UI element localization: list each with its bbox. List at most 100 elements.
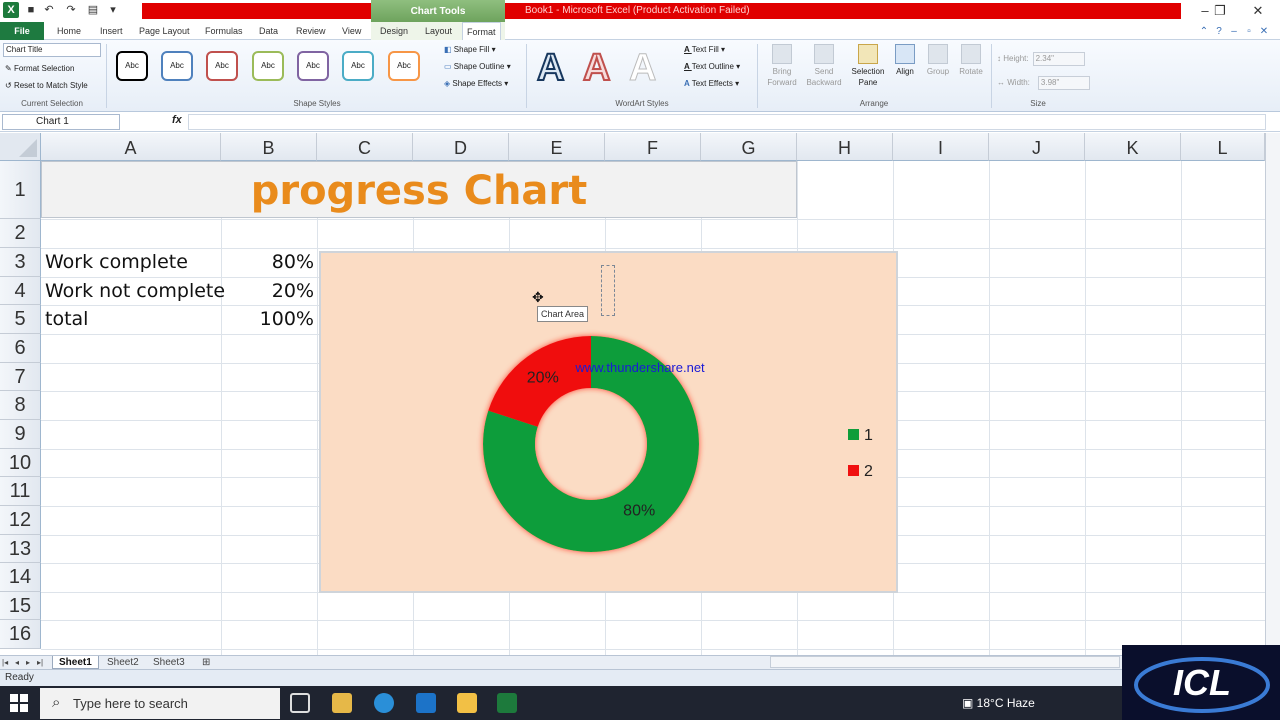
row-header-3[interactable]: 3 xyxy=(0,248,41,277)
text-outline-button[interactable]: A Text Outline ▾ xyxy=(684,62,740,71)
sheet-nav-prev-icon[interactable]: ◂ xyxy=(15,656,19,669)
legend-label-2[interactable]: 2 xyxy=(864,463,873,480)
reset-to-match-style-button[interactable]: ↺ Reset to Match Style xyxy=(5,81,88,90)
close-icon[interactable]: ✕ xyxy=(1243,2,1273,20)
column-header-c[interactable]: C xyxy=(317,133,413,161)
sheet-tab-3[interactable]: Sheet3 xyxy=(147,656,191,669)
row-header-7[interactable]: 7 xyxy=(0,363,41,391)
vertical-scrollbar[interactable] xyxy=(1265,133,1280,655)
sheet-nav-last-icon[interactable]: ▸| xyxy=(37,656,43,669)
shape-style-preset[interactable]: Abc xyxy=(116,51,148,81)
cell-b5[interactable]: 100% xyxy=(222,308,314,330)
column-header-g[interactable]: G xyxy=(701,133,797,161)
column-header-e[interactable]: E xyxy=(509,133,605,161)
data-label-1[interactable]: 80% xyxy=(623,502,655,519)
restore-icon[interactable]: ❐ xyxy=(1205,2,1235,20)
height-input[interactable]: 2.34" xyxy=(1032,52,1085,66)
cell-a5[interactable]: total xyxy=(45,308,88,330)
row-header-13[interactable]: 13 xyxy=(0,535,41,563)
windows-start-icon[interactable] xyxy=(10,694,28,712)
shape-style-preset[interactable]: Abc xyxy=(206,51,238,81)
tab-data[interactable]: Data xyxy=(255,22,282,40)
task-view-icon[interactable] xyxy=(290,693,310,713)
row-header-14[interactable]: 14 xyxy=(0,563,41,592)
wordart-style-1[interactable]: A xyxy=(536,47,565,89)
taskbar-search[interactable]: Type here to search xyxy=(40,688,280,719)
edge-browser-icon[interactable] xyxy=(374,693,394,713)
store-icon[interactable] xyxy=(332,693,352,713)
bring-forward-button[interactable]: Bring Forward xyxy=(762,44,802,88)
text-fill-button[interactable]: A Text Fill ▾ xyxy=(684,45,725,54)
send-backward-button[interactable]: Send Backward xyxy=(804,44,844,88)
insert-sheet-icon[interactable]: ⊞ xyxy=(196,656,216,669)
width-input[interactable]: 3.98" xyxy=(1037,76,1090,90)
row-header-12[interactable]: 12 xyxy=(0,506,41,535)
undo-icon[interactable]: ↶ xyxy=(42,3,56,17)
cell-b3[interactable]: 80% xyxy=(222,251,314,273)
shape-style-preset[interactable]: Abc xyxy=(252,51,284,81)
print-preview-icon[interactable]: ▤ xyxy=(86,3,100,17)
column-header-k[interactable]: K xyxy=(1085,133,1181,161)
sheet-nav-first-icon[interactable]: |◂ xyxy=(2,656,8,669)
row-header-6[interactable]: 6 xyxy=(0,334,41,363)
shape-style-preset[interactable]: Abc xyxy=(161,51,193,81)
column-header-f[interactable]: F xyxy=(605,133,701,161)
help-icon[interactable]: ? xyxy=(1213,26,1225,38)
row-header-5[interactable]: 5 xyxy=(0,305,41,334)
column-header-j[interactable]: J xyxy=(989,133,1085,161)
column-header-d[interactable]: D xyxy=(413,133,509,161)
excel-logo-icon[interactable]: X xyxy=(3,2,19,18)
chart-element-dropdown[interactable]: Chart Title xyxy=(3,43,101,57)
shape-effects-button[interactable]: ◈ Shape Effects ▾ xyxy=(444,79,508,88)
mail-icon[interactable] xyxy=(416,693,436,713)
tab-view[interactable]: View xyxy=(338,22,365,40)
row-header-1[interactable]: 1 xyxy=(0,161,41,219)
column-header-h[interactable]: H xyxy=(797,133,893,161)
sheet-nav-next-icon[interactable]: ▸ xyxy=(26,656,30,669)
weather-widget[interactable]: ▣ 18°C Haze xyxy=(962,686,1035,720)
cell-a3[interactable]: Work complete xyxy=(45,251,188,273)
row-header-16[interactable]: 16 xyxy=(0,620,41,649)
legend-label-1[interactable]: 1 xyxy=(864,427,873,444)
row-header-15[interactable]: 15 xyxy=(0,592,41,620)
formula-input[interactable] xyxy=(188,114,1266,130)
tab-home[interactable]: Home xyxy=(53,22,85,40)
tab-review[interactable]: Review xyxy=(292,22,330,40)
excel-taskbar-icon[interactable] xyxy=(497,693,517,713)
column-header-i[interactable]: I xyxy=(893,133,989,161)
workbook-restore-icon[interactable]: ▫ xyxy=(1243,26,1255,38)
select-all-corner[interactable] xyxy=(0,133,41,161)
cell-a4[interactable]: Work not complete xyxy=(45,280,225,302)
file-explorer-icon[interactable] xyxy=(457,693,477,713)
wordart-style-3[interactable]: A xyxy=(628,48,656,89)
sheet-tab-2[interactable]: Sheet2 xyxy=(101,656,145,669)
tab-design[interactable]: Design xyxy=(376,22,412,40)
tab-formulas[interactable]: Formulas xyxy=(201,22,247,40)
column-header-l[interactable]: L xyxy=(1181,133,1265,161)
minimize-ribbon-icon[interactable]: ⌃ xyxy=(1198,26,1210,38)
cell-b4[interactable]: 20% xyxy=(222,280,314,302)
row-header-9[interactable]: 9 xyxy=(0,420,41,449)
row-header-8[interactable]: 8 xyxy=(0,391,41,420)
tab-insert[interactable]: Insert xyxy=(96,22,127,40)
workbook-close-icon[interactable]: ✕ xyxy=(1258,26,1270,38)
save-icon[interactable]: ■ xyxy=(24,3,38,17)
format-selection-button[interactable]: ✎ Format Selection xyxy=(5,64,74,73)
data-label-2[interactable]: 20% xyxy=(527,370,559,387)
horizontal-scrollbar[interactable] xyxy=(770,656,1120,668)
selected-chart-title-box[interactable] xyxy=(601,265,615,316)
text-effects-button[interactable]: A Text Effects ▾ xyxy=(684,79,739,88)
shape-style-preset[interactable]: Abc xyxy=(342,51,374,81)
shape-style-preset[interactable]: Abc xyxy=(297,51,329,81)
name-box[interactable]: Chart 1 xyxy=(2,114,120,130)
row-header-11[interactable]: 11 xyxy=(0,477,41,506)
row-header-10[interactable]: 10 xyxy=(0,449,41,477)
width-field[interactable]: ↔ Width: 3.98" xyxy=(997,76,1090,90)
shape-outline-button[interactable]: ▭ Shape Outline ▾ xyxy=(444,62,511,71)
workbook-minimize-icon[interactable]: – xyxy=(1228,26,1240,38)
shape-style-preset[interactable]: Abc xyxy=(388,51,420,81)
tab-file[interactable]: File xyxy=(0,22,44,40)
selection-pane-button[interactable]: Selection Pane xyxy=(848,44,888,88)
sheet-tab-1[interactable]: Sheet1 xyxy=(52,656,99,669)
redo-icon[interactable]: ↷ xyxy=(64,3,78,17)
